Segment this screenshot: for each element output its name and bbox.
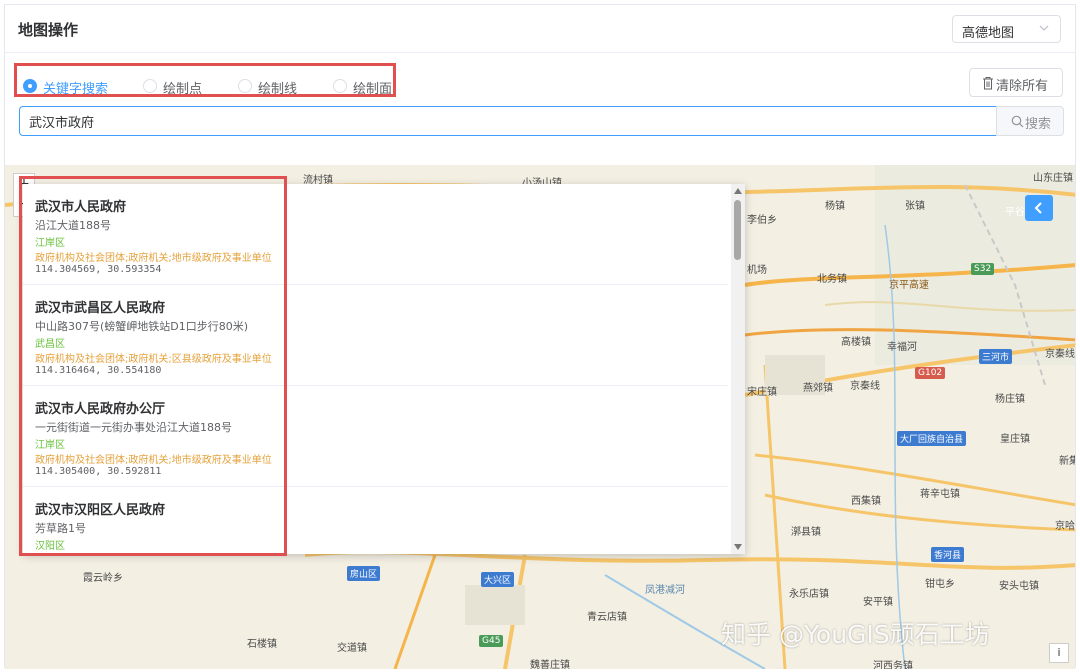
results-scrollbar[interactable] bbox=[731, 184, 745, 554]
panel-header: 地图操作 高德地图 bbox=[5, 5, 1075, 53]
result-coordinates: 114.305400, 30.592811 bbox=[35, 466, 162, 477]
search-icon bbox=[1011, 115, 1024, 128]
result-type: 政府机构及社会团体;政府机关;地市级政府及事业单位 bbox=[35, 455, 272, 466]
search-button-label: 搜索 bbox=[1025, 117, 1052, 132]
map-label: 京哈 bbox=[1055, 521, 1075, 532]
map-canvas[interactable]: 流村镇 小汤山镇 杨镇 张镇 山东庄镇 李伯乡 机场 北务镇 京平高速 高楼镇 … bbox=[5, 165, 1075, 669]
result-district: 武昌区 bbox=[35, 339, 65, 350]
map-label: 京秦线 bbox=[850, 381, 880, 392]
map-label: 燕郊镇 bbox=[803, 383, 833, 394]
map-badge: 三河市 bbox=[979, 349, 1013, 364]
map-info-button[interactable]: i bbox=[1049, 643, 1069, 663]
map-badge: 房山区 bbox=[347, 566, 381, 581]
search-input[interactable] bbox=[19, 106, 997, 136]
map-label: 漷县镇 bbox=[791, 527, 821, 538]
result-coordinates: 114.304569, 30.593354 bbox=[35, 264, 162, 275]
chevron-down-icon bbox=[1039, 25, 1049, 31]
result-district: 汉阳区 bbox=[35, 541, 65, 552]
radio-dot-icon bbox=[333, 79, 347, 93]
map-badge: S32 bbox=[971, 263, 995, 275]
map-label: 永乐店镇 bbox=[789, 589, 829, 600]
result-type: 政府机构及社会团体;政府机关;区县级政府及事业单位 bbox=[35, 354, 272, 365]
map-label: 石楼镇 bbox=[247, 639, 277, 650]
search-button[interactable]: 搜索 bbox=[996, 106, 1064, 136]
map-badge: G45 bbox=[479, 635, 504, 647]
result-address: 中山路307号(螃蟹岬地铁站D1口步行80米) bbox=[35, 320, 249, 333]
result-name: 武汉市人民政府办公厅 bbox=[35, 402, 166, 417]
map-label: 杨镇 bbox=[825, 201, 845, 212]
scroll-up-icon[interactable] bbox=[734, 188, 742, 194]
map-label: 新集 bbox=[1059, 456, 1075, 467]
scroll-down-icon[interactable] bbox=[734, 544, 742, 550]
map-label: 幸福河 bbox=[887, 342, 917, 353]
scroll-thumb[interactable] bbox=[734, 200, 741, 260]
search-bar: 搜索 bbox=[19, 106, 1064, 136]
map-badge: 香河县 bbox=[931, 547, 965, 562]
page-title: 地图操作 bbox=[18, 21, 79, 39]
map-badge: 大厂回族自治县 bbox=[897, 431, 967, 446]
result-item[interactable]: 武汉市武昌区人民政府 中山路307号(螃蟹岬地铁站D1口步行80米) 武昌区 政… bbox=[23, 285, 728, 386]
map-label: 交道镇 bbox=[337, 643, 367, 654]
map-label: 高楼镇 bbox=[841, 337, 871, 348]
radio-dot-icon bbox=[143, 79, 157, 93]
result-type: 政府机构及社会团体;政府机关;区县级政府及事业单位 bbox=[35, 552, 728, 554]
result-name: 武汉市汉阳区人民政府 bbox=[35, 503, 166, 518]
map-label: 凤港减河 bbox=[645, 585, 685, 596]
result-address: 一元街街道一元街办事处沿江大道188号 bbox=[35, 421, 232, 434]
radio-label: 绘制线 bbox=[258, 82, 298, 97]
results-list: 武汉市人民政府 沿江大道188号 江岸区 政府机构及社会团体;政府机关;地市级政… bbox=[23, 184, 728, 554]
map-label: 霞云岭乡 bbox=[83, 573, 123, 584]
map-label: 张镇 bbox=[905, 201, 925, 212]
result-address: 沿江大道188号 bbox=[35, 219, 111, 232]
trash-icon bbox=[983, 77, 993, 90]
map-label: 京秦线 bbox=[1045, 349, 1075, 360]
result-address: 芳草路1号 bbox=[35, 522, 86, 535]
result-type: 政府机构及社会团体;政府机关;地市级政府及事业单位 bbox=[35, 253, 272, 264]
map-label: 西集镇 bbox=[851, 496, 881, 507]
map-label: 安头屯镇 bbox=[999, 581, 1039, 592]
result-district: 江岸区 bbox=[35, 440, 65, 451]
map-label: 李伯乡 bbox=[747, 215, 777, 226]
result-name: 武汉市人民政府 bbox=[35, 200, 127, 215]
map-label: 安平镇 bbox=[863, 597, 893, 608]
map-label: 京平高速 bbox=[889, 280, 929, 291]
search-results-panel: 武汉市人民政府 沿江大道188号 江岸区 政府机构及社会团体;政府机关;地市级政… bbox=[23, 184, 745, 554]
map-operation-panel: 地图操作 高德地图 关键字搜索 绘制点 绘制线 绘制面 清除所有 武汉市政府 搜… bbox=[4, 4, 1076, 669]
toggle-sidebar-button[interactable] bbox=[1025, 195, 1053, 221]
chevron-left-icon bbox=[1034, 202, 1042, 214]
result-district: 江岸区 bbox=[35, 238, 65, 249]
map-label: 钳屯乡 bbox=[925, 579, 955, 590]
result-coordinates: 114.316464, 30.554180 bbox=[35, 365, 162, 376]
map-label: 蒋辛屯镇 bbox=[920, 489, 960, 500]
map-badge: G102 bbox=[915, 367, 946, 379]
watermark: 知乎 @YouGIS顽石工坊 bbox=[721, 620, 990, 649]
map-label: 机场 bbox=[747, 265, 767, 276]
result-item[interactable]: 武汉市汉阳区人民政府 芳草路1号 汉阳区 政府机构及社会团体;政府机关;区县级政… bbox=[23, 487, 728, 554]
map-label: 青云店镇 bbox=[587, 612, 627, 623]
tool-mode-group: 关键字搜索 绘制点 绘制线 绘制面 bbox=[14, 63, 396, 97]
map-label: 河西务镇 bbox=[873, 661, 913, 669]
clear-all-button[interactable]: 清除所有 bbox=[969, 68, 1063, 97]
map-label: 皇庄镇 bbox=[1000, 434, 1030, 445]
map-label: 北务镇 bbox=[817, 274, 847, 285]
radio-label: 绘制面 bbox=[353, 82, 393, 97]
clear-all-label: 清除所有 bbox=[996, 79, 1049, 94]
map-label: 魏善庄镇 bbox=[530, 660, 570, 669]
radio-dot-icon bbox=[238, 79, 252, 93]
radio-label: 关键字搜索 bbox=[43, 82, 109, 97]
result-item[interactable]: 武汉市人民政府办公厅 一元街街道一元街办事处沿江大道188号 江岸区 政府机构及… bbox=[23, 386, 728, 487]
radio-dot-icon bbox=[23, 79, 37, 93]
map-label: 杨庄镇 bbox=[995, 394, 1025, 405]
radio-label: 绘制点 bbox=[163, 82, 203, 97]
map-source-value: 高德地图 bbox=[962, 26, 1015, 41]
result-name: 武汉市武昌区人民政府 bbox=[35, 301, 166, 316]
map-source-select[interactable]: 高德地图 bbox=[952, 15, 1061, 43]
map-label: 宋庄镇 bbox=[747, 387, 777, 398]
result-item[interactable]: 武汉市人民政府 沿江大道188号 江岸区 政府机构及社会团体;政府机关;地市级政… bbox=[23, 184, 728, 285]
map-label: 山东庄镇 bbox=[1033, 173, 1073, 184]
map-label: 平谷 bbox=[1005, 207, 1025, 218]
map-badge: 大兴区 bbox=[481, 572, 515, 587]
